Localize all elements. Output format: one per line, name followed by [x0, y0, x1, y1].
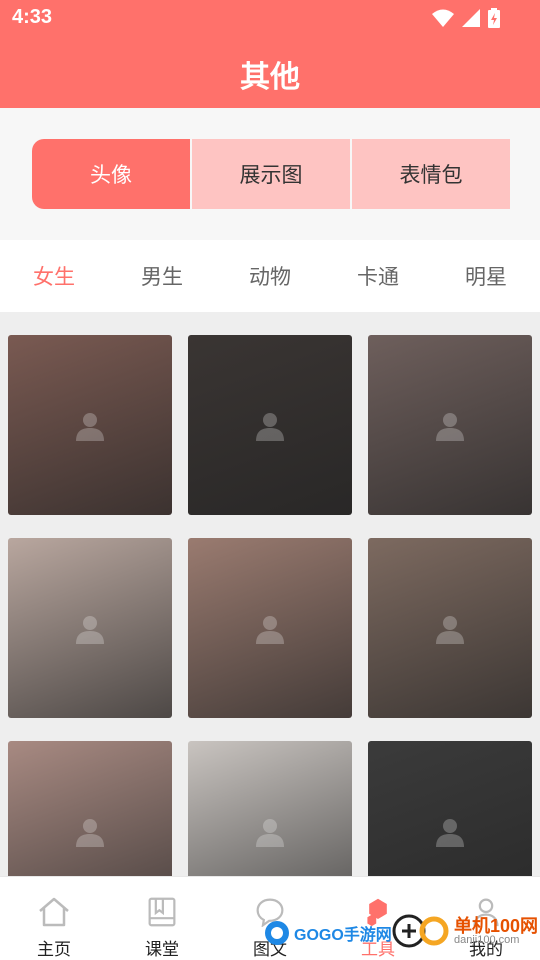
photo-placeholder-icon: [256, 616, 284, 644]
status-time: 4:33: [12, 6, 53, 28]
nav-home-label: 主页: [37, 940, 71, 960]
tab-girls[interactable]: 女生: [0, 240, 108, 312]
status-icons: [432, 8, 500, 28]
segment-stickers[interactable]: 表情包: [352, 139, 510, 209]
avatar-girl-red-lips[interactable]: [188, 538, 352, 718]
watermark-danji-sub: danji100.com: [454, 933, 520, 946]
app-header: 4:33 其他: [0, 0, 540, 108]
nav-home[interactable]: 主页: [0, 877, 108, 960]
photo-placeholder-icon: [76, 616, 104, 644]
segment-area: 头像 展示图 表情包: [0, 108, 540, 240]
photo-placeholder-icon: [436, 819, 464, 847]
wifi-icon: [432, 9, 454, 27]
photo-placeholder-icon: [436, 616, 464, 644]
watermark-danji-text: 单机100网: [454, 915, 539, 936]
book-icon: [148, 897, 176, 927]
segment-showcase[interactable]: 展示图: [192, 139, 350, 209]
photo-placeholder-icon: [256, 819, 284, 847]
avatar-girl-roses[interactable]: [8, 741, 172, 876]
nav-classroom[interactable]: 课堂: [108, 877, 216, 960]
avatar-girl-blonde[interactable]: [368, 538, 532, 718]
photo-placeholder-icon: [76, 819, 104, 847]
avatar-girl-with-cat[interactable]: [188, 335, 352, 515]
page-title: 其他: [240, 60, 300, 95]
nav-classroom-label: 课堂: [145, 940, 179, 960]
avatar-girl-pigtails[interactable]: [8, 335, 172, 515]
category-tabs: 女生 男生 动物 卡通 明星: [0, 240, 540, 312]
tab-animals[interactable]: 动物: [216, 240, 324, 312]
gogo-logo-icon: [265, 921, 289, 945]
tab-cartoon[interactable]: 卡通: [324, 240, 432, 312]
segment-control: 头像 展示图 表情包: [32, 139, 510, 209]
avatar-grid: [0, 312, 540, 876]
avatar-girl-beret[interactable]: [188, 741, 352, 876]
battery-icon: [488, 8, 500, 28]
signal-icon: [462, 9, 480, 27]
nav-posts[interactable]: 图文: [216, 877, 324, 960]
tab-boys[interactable]: 男生: [108, 240, 216, 312]
watermark-danji: 单机100网 danji100.com: [392, 914, 538, 948]
danji-logo-icon: [392, 914, 449, 948]
photo-placeholder-icon: [256, 413, 284, 441]
home-icon: [39, 897, 69, 927]
avatar-girl-headband[interactable]: [8, 538, 172, 718]
watermark-gogo: GOGO手游网: [264, 920, 392, 946]
avatar-girl-monochrome[interactable]: [368, 741, 532, 876]
segment-avatar[interactable]: 头像: [32, 139, 190, 209]
photo-placeholder-icon: [436, 413, 464, 441]
avatar-girl-hand-on-cheek[interactable]: [368, 335, 532, 515]
watermark-gogo-text: GOGO手游网: [294, 927, 392, 944]
photo-placeholder-icon: [76, 413, 104, 441]
tab-celebrities[interactable]: 明星: [432, 240, 540, 312]
